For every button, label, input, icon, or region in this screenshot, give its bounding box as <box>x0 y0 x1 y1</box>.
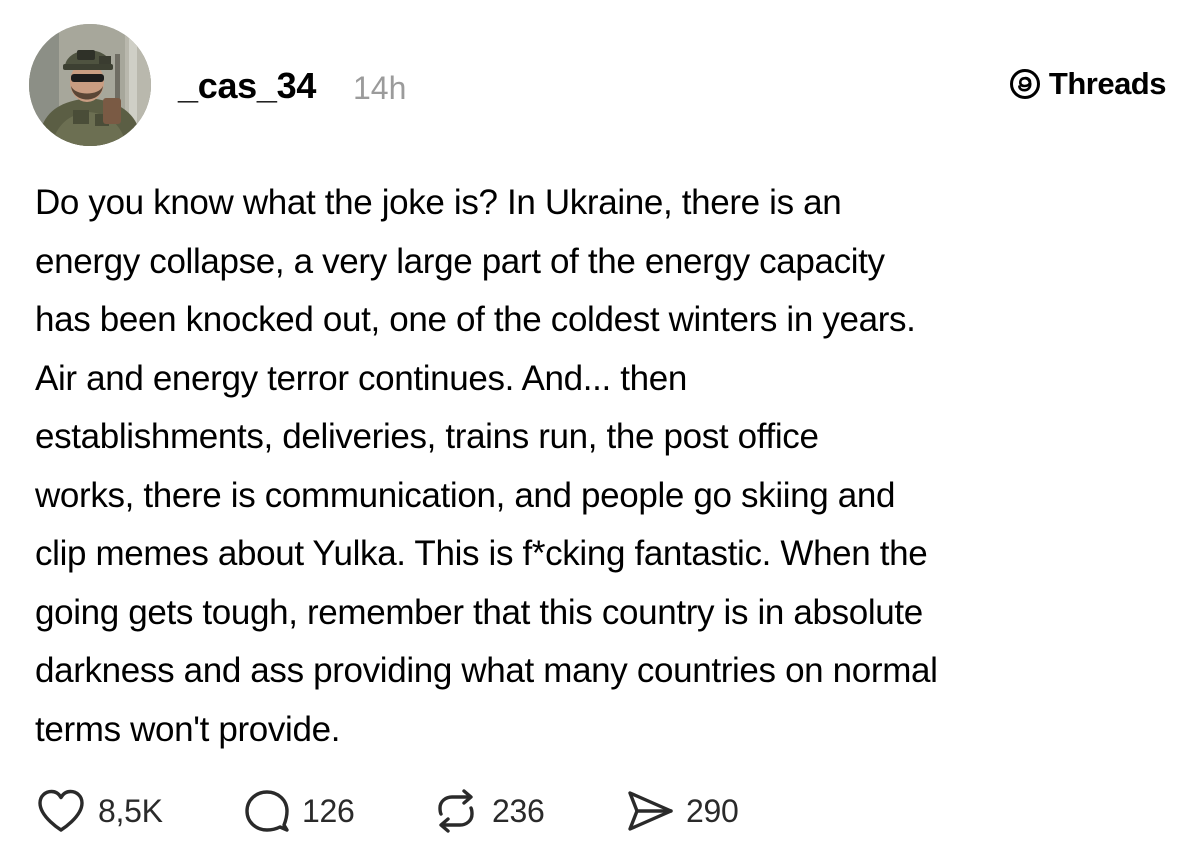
post-body-line: terms won't provide. <box>35 709 341 749</box>
timestamp: 14h <box>353 70 407 106</box>
post-body-line: Air and energy terror continues. And... … <box>35 358 687 398</box>
send-icon <box>628 791 673 831</box>
post-body-line: energy collapse, a very large part of th… <box>35 241 885 281</box>
threads-post: _cas_34 14h Threads Do you know what the… <box>0 0 1200 861</box>
username[interactable]: _cas_34 <box>178 62 316 110</box>
like-count: 8,5K <box>98 792 163 829</box>
post-body-line: Do you know what the joke is? In Ukraine… <box>35 183 842 222</box>
avatar[interactable] <box>29 24 151 146</box>
profile-photo <box>29 24 151 146</box>
share-count: 290 <box>686 792 739 829</box>
repost-icon <box>438 789 474 833</box>
like-button[interactable]: 8,5K <box>36 786 163 836</box>
post-body-line: darkness and ass providing what many cou… <box>35 651 938 690</box>
post-body-line: works, there is communication, and peopl… <box>35 475 896 515</box>
share-button[interactable]: 290 <box>626 786 739 836</box>
reply-count: 126 <box>302 792 355 829</box>
reply-button[interactable]: 126 <box>244 786 355 836</box>
comment-icon <box>245 790 289 832</box>
brand-label: Threads <box>1048 66 1167 101</box>
threads-logo-icon <box>1009 69 1040 99</box>
post-body-line: has been knocked out, one of the coldest… <box>35 300 916 339</box>
post-body-line: clip memes about Yulka. This is f*cking … <box>35 534 928 573</box>
post-body-line: establishments, deliveries, trains run, … <box>35 417 819 456</box>
repost-button[interactable]: 236 <box>432 786 545 836</box>
heart-icon <box>38 789 84 832</box>
post-body-line: going gets tough, remember that this cou… <box>35 592 923 632</box>
post-body: Do you know what the joke is? In Ukraine… <box>35 174 1175 759</box>
threads-brand: Threads <box>1009 64 1167 104</box>
repost-count: 236 <box>492 792 545 829</box>
